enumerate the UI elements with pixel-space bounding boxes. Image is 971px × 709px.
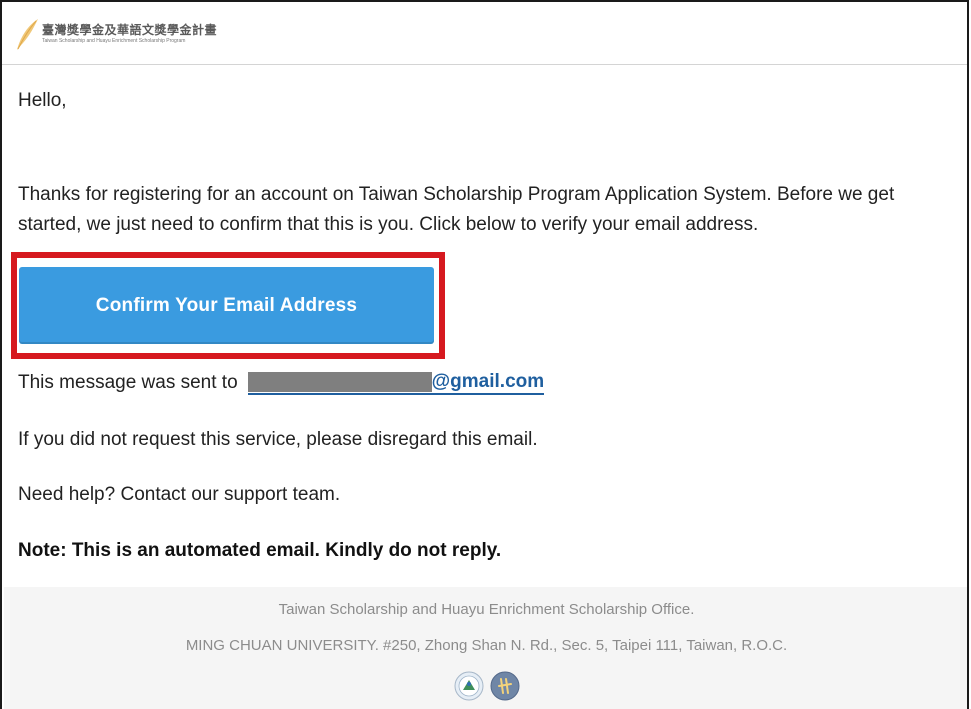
greeting-text: Hello, (18, 90, 67, 111)
email-header: 臺灣獎學金及華語文獎學金計畫 Taiwan Scholarship and Hu… (2, 2, 967, 65)
redacted-email-user (247, 372, 432, 392)
help-text: Need help? Contact our support team. (18, 484, 341, 505)
confirm-email-button[interactable]: Confirm Your Email Address (19, 267, 434, 344)
footer-seals (4, 671, 967, 701)
email-domain: @gmail.com (431, 371, 545, 392)
logo-title-en: Taiwan Scholarship and Huayu Enrichment … (42, 38, 186, 44)
feather-icon (17, 19, 38, 50)
footer-office: Taiwan Scholarship and Huayu Enrichment … (278, 601, 695, 618)
disregard-text: If you did not request this service, ple… (18, 429, 538, 450)
program-logo: 臺灣獎學金及華語文獎學金計畫 Taiwan Scholarship and Hu… (14, 16, 217, 52)
ministry-seal-icon (454, 671, 483, 701)
logo-title-zh: 臺灣獎學金及華語文獎學金計畫 (42, 23, 218, 37)
moe-seal-icon (490, 671, 519, 701)
logo-text: 臺灣獎學金及華語文獎學金計畫 Taiwan Scholarship and Hu… (42, 24, 217, 44)
automated-note: Note: This is an automated email. Kindly… (18, 540, 502, 561)
sent-to-line: This message was sent to @gmail.com (18, 371, 545, 395)
sent-to-label: This message was sent to (18, 372, 238, 393)
footer-address: MING CHUAN UNIVERSITY. #250, Zhong Shan … (185, 637, 788, 654)
intro-paragraph: Thanks for registering for an account on… (18, 184, 895, 235)
email-frame: 臺灣獎學金及華語文獎學金計畫 Taiwan Scholarship and Hu… (0, 0, 969, 709)
email-footer: Taiwan Scholarship and Huayu Enrichment … (4, 587, 967, 709)
recipient-email-link[interactable]: @gmail.com (247, 371, 545, 395)
